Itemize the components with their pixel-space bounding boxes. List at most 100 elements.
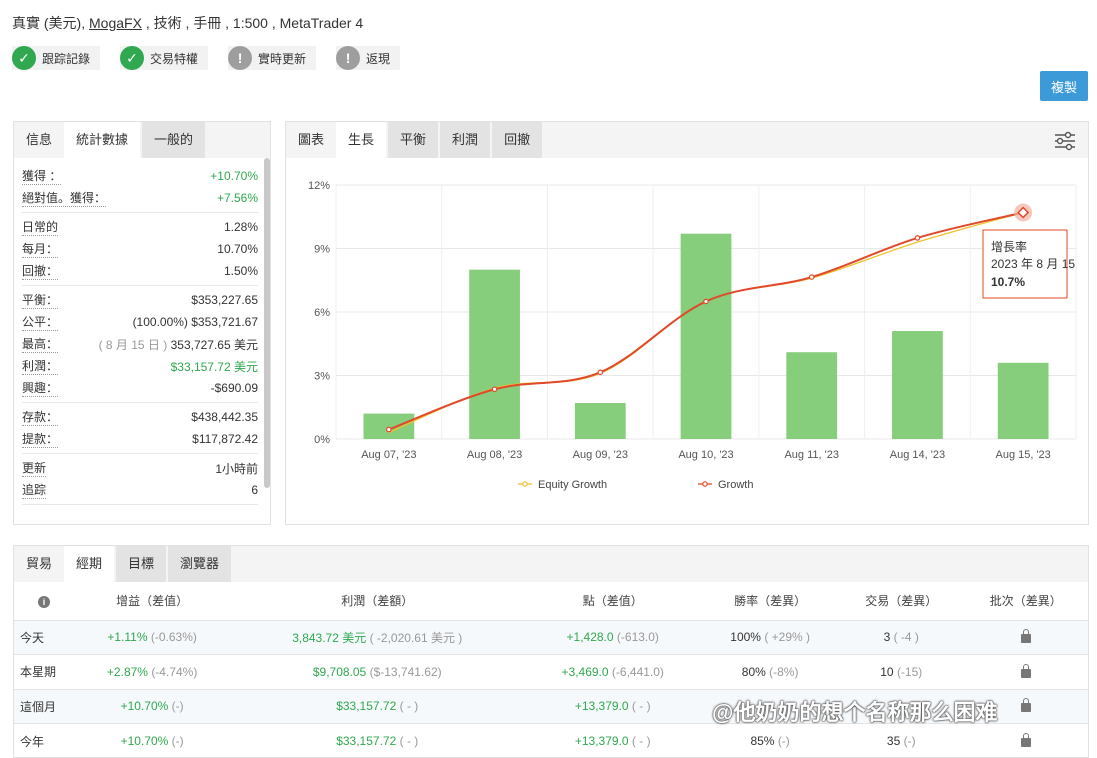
tooltip-value: 10.7% (991, 275, 1025, 289)
winrate-value: 85% (750, 734, 775, 748)
stat-number: $353,227.65 (191, 293, 258, 307)
x-tick-label: Aug 14, '23 (890, 449, 945, 461)
badge-label: 交易特權 (150, 51, 199, 66)
stat-value: -$690.09 (211, 381, 258, 395)
stat-row: 日常的 1.28% (22, 216, 258, 238)
stat-label: 利潤： (22, 359, 59, 375)
stats-tabs: 信息 統計數據 一般的 (14, 122, 270, 158)
pips-diff: ( - ) (631, 734, 651, 748)
table-cell: 3,843.72 美元 ( -2,020.61 美元 ) (230, 619, 525, 655)
table-cell: 85% (-) (701, 723, 840, 758)
stat-value: +7.56% (217, 191, 258, 205)
table-row: 今年 +10.70% (-) $33,157.72 ( - ) +13,379.0 (… (14, 723, 1088, 758)
bar (680, 233, 732, 439)
badge-row: ✓ 跟踪記錄 ✓ 交易特權 ! 實時更新 ! 返現 (12, 46, 401, 70)
badge-realtime[interactable]: ! 實時更新 (228, 46, 317, 70)
badge-track-record[interactable]: ✓ 跟踪記錄 (12, 46, 101, 70)
period-label: 今年 (20, 734, 45, 749)
table-cell: +13,379.0 ( - ) (524, 723, 702, 758)
badge-cashback[interactable]: ! 返現 (336, 46, 401, 70)
table-cell: 3 ( -4 ) (839, 619, 964, 655)
tab-goals[interactable]: 目標 (116, 546, 167, 582)
stat-value: $438,442.35 (191, 410, 258, 424)
table-cell: 本星期 (14, 654, 74, 689)
tab-periods[interactable]: 經期 (64, 546, 115, 582)
broker-link[interactable]: MogaFX (89, 15, 142, 31)
tab-balance[interactable]: 平衡 (388, 122, 439, 158)
bar (786, 352, 838, 439)
tab-general[interactable]: 一般的 (142, 122, 206, 158)
series-point (808, 274, 815, 280)
settings-sliders-icon[interactable] (1054, 131, 1076, 151)
series-point (703, 298, 709, 305)
bar (997, 362, 1049, 439)
profit-value: $33,157.72 (336, 699, 397, 714)
stat-group: 存款： $438,442.35 提款： $117,872.42 (22, 403, 258, 454)
col-trades: 交易（差異） (865, 594, 938, 609)
x-tick-label: Aug 08, '23 (467, 449, 522, 461)
tab-chart[interactable]: 圖表 (286, 122, 336, 158)
stat-number: (100.00%) $353,721.67 (132, 315, 258, 329)
trades-value: 3 (883, 630, 891, 645)
pips-diff: (-613.0) (616, 630, 659, 645)
stat-number: +10.70% (210, 169, 258, 183)
series-point (914, 235, 921, 241)
table-cell: 這個月 (14, 688, 74, 724)
gain-value: +1.11% (107, 630, 148, 645)
stats-scrollbar[interactable] (264, 158, 270, 488)
watermark-text: @他奶奶的想个名称那么困难 (712, 700, 998, 725)
badge-trading-privileges[interactable]: ✓ 交易特權 (120, 46, 209, 70)
profit-value: $33,157.72 (336, 734, 397, 748)
stat-number: 10.70% (217, 242, 258, 256)
stat-row: 更新 1小時前 (22, 457, 258, 479)
period-label: 本星期 (20, 665, 57, 680)
profit-diff: ( - ) (399, 699, 419, 714)
tab-growth[interactable]: 生長 (336, 122, 387, 158)
stat-row: 利潤： $33,157.72 美元 (22, 355, 258, 377)
exclamation-icon: ! (228, 46, 253, 70)
y-tick-label: 3% (314, 371, 330, 383)
legend-label: Equity Growth (538, 479, 607, 491)
lock-icon (1020, 663, 1031, 678)
stat-label: 提款： (22, 432, 59, 448)
stat-label: 公平： (22, 315, 59, 331)
stat-label: 獲得 ： (22, 169, 62, 185)
gain-value: +10.70% (120, 734, 169, 748)
stat-number: 1小時前 (215, 461, 258, 476)
tab-trades[interactable]: 貿易 (14, 546, 64, 582)
table-cell: $33,157.72 ( - ) (230, 688, 525, 724)
stat-row: 存款： $438,442.35 (22, 406, 258, 428)
legend-label: Growth (718, 479, 753, 491)
pips-diff: ( - ) (631, 699, 651, 714)
exclamation-icon: ! (336, 46, 361, 70)
profit-diff: ( - ) (399, 734, 419, 748)
stat-value: 10.70% (217, 242, 258, 256)
tab-profit[interactable]: 利潤 (440, 122, 491, 158)
legend-marker (702, 481, 708, 487)
tab-info[interactable]: 信息 (14, 122, 64, 158)
tab-browser[interactable]: 瀏覽器 (168, 546, 232, 582)
stat-row: 回撤： 1.50% (22, 260, 258, 282)
x-tick-label: Aug 09, '23 (573, 449, 628, 461)
table-cell: +13,379.0 ( - ) (524, 688, 702, 724)
stat-label: 更新 (22, 461, 47, 477)
copy-button[interactable]: 複製 (1040, 71, 1088, 101)
stat-group: 更新 1小時前 追踪 6 (22, 454, 258, 505)
account-details: , 技術 , 手冊 , 1:500 , MetaTrader 4 (145, 15, 364, 31)
stat-date: ( 8 月 15 日 ) (98, 337, 168, 352)
col-winrate: 勝率（差異） (734, 594, 807, 609)
lock-icon (1020, 733, 1031, 747)
stat-label: 日常的 (22, 220, 59, 236)
period-label: 今天 (20, 630, 45, 645)
x-tick-label: Aug 10, '23 (678, 449, 733, 461)
stat-number: -$690.09 (210, 381, 258, 395)
tab-statistics[interactable]: 統計數據 (64, 122, 141, 158)
series-point (597, 369, 604, 376)
tab-drawdown[interactable]: 回撤 (492, 122, 543, 158)
chart-panel: 圖表 生長 平衡 利潤 回撤 0% 3% 6% 9% 12% Aug 07, '23 Aug… (285, 121, 1089, 525)
table-cell (963, 654, 1088, 689)
lock-icon (1020, 629, 1031, 644)
profit-value: 3,843.72 美元 (292, 630, 367, 645)
stat-value: ( 8 月 15 日 ) 353,727.65 美元 (99, 336, 258, 353)
info-icon[interactable]: i (38, 595, 50, 608)
